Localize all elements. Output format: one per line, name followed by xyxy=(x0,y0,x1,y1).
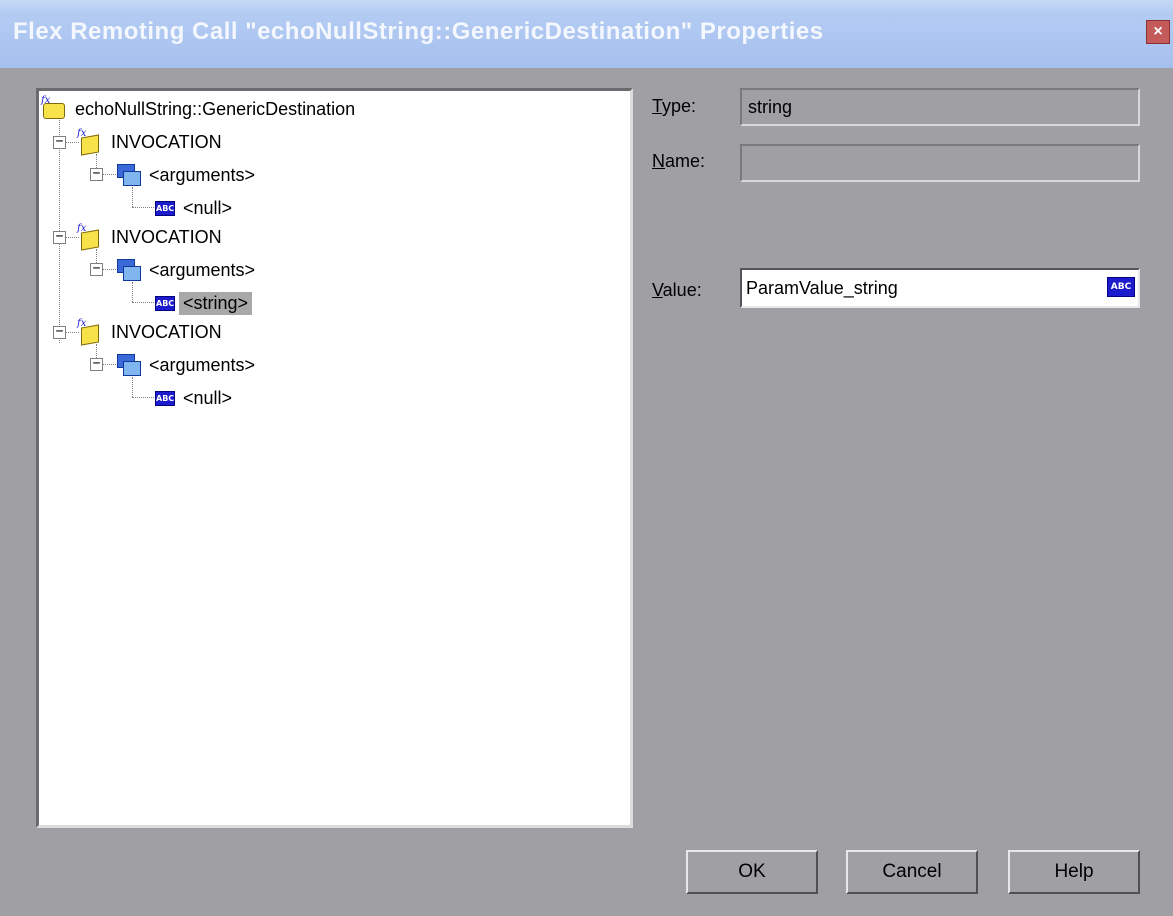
value-label: Value: xyxy=(652,280,702,301)
abc-type-icon: ABC xyxy=(155,200,175,216)
tree-root-label: echoNullString::GenericDestination xyxy=(75,98,356,119)
tree-connector xyxy=(132,377,133,397)
collapse-icon[interactable]: − xyxy=(53,135,66,149)
value-label-mnemonic: V xyxy=(652,280,663,300)
arguments-label: <arguments> xyxy=(149,164,256,185)
abc-type-icon: ABC xyxy=(155,390,175,406)
invocation-label: INVOCATION xyxy=(111,226,222,247)
tree-connector xyxy=(132,282,133,302)
help-button[interactable]: Help xyxy=(1008,850,1140,894)
tree-connector xyxy=(132,207,156,208)
tree-arguments-node[interactable]: <arguments> xyxy=(117,160,259,190)
tree-value-node-selected[interactable]: ABC <string> xyxy=(155,288,253,318)
tree-invocation-node[interactable]: fx INVOCATION xyxy=(77,317,226,347)
tree-invocation-node[interactable]: fx INVOCATION xyxy=(77,222,226,252)
name-field xyxy=(740,144,1140,182)
collapse-icon[interactable]: − xyxy=(53,325,66,339)
type-label-mnemonic: T xyxy=(652,96,663,116)
invocation-icon: fx xyxy=(77,128,103,156)
tree-connector xyxy=(132,187,133,207)
cancel-button[interactable]: Cancel xyxy=(846,850,978,894)
type-field: string xyxy=(740,88,1140,126)
value-node-label: <string> xyxy=(179,291,253,315)
abc-type-icon: ABC xyxy=(155,295,175,311)
ok-button[interactable]: OK xyxy=(686,850,818,894)
arguments-icon xyxy=(117,259,141,281)
value-node-label: <null> xyxy=(183,197,233,218)
invocation-icon: fx xyxy=(77,223,103,251)
tree-arguments-node[interactable]: <arguments> xyxy=(117,255,259,285)
arguments-label: <arguments> xyxy=(149,354,256,375)
abc-type-icon[interactable]: ABC xyxy=(1107,277,1135,297)
dialog-title: Flex Remoting Call "echoNullString::Gene… xyxy=(13,18,824,45)
name-label-mnemonic: N xyxy=(652,151,665,171)
type-label-text: ype: xyxy=(662,96,697,116)
call-tree-view[interactable]: fx echoNullString::GenericDestination − … xyxy=(36,88,633,828)
name-label: Name: xyxy=(652,151,705,172)
collapse-icon[interactable]: − xyxy=(90,167,103,181)
value-node-label: <null> xyxy=(183,387,233,408)
tree-root-node[interactable]: fx echoNullString::GenericDestination xyxy=(41,94,359,124)
flex-call-icon: fx xyxy=(41,95,67,121)
type-label: Type: xyxy=(652,96,696,117)
collapse-icon[interactable]: − xyxy=(90,262,103,276)
collapse-icon[interactable]: − xyxy=(90,357,103,371)
name-label-text: ame: xyxy=(665,151,706,171)
value-label-text: alue: xyxy=(662,280,702,300)
arguments-icon xyxy=(117,164,141,186)
invocation-label: INVOCATION xyxy=(111,321,222,342)
invocation-label: INVOCATION xyxy=(111,131,222,152)
tree-connector xyxy=(132,302,156,303)
invocation-icon: fx xyxy=(77,318,103,346)
arguments-icon xyxy=(117,354,141,376)
tree-invocation-node[interactable]: fx INVOCATION xyxy=(77,127,226,157)
tree-arguments-node[interactable]: <arguments> xyxy=(117,350,259,380)
value-input[interactable] xyxy=(746,276,1086,300)
properties-dialog: Flex Remoting Call "echoNullString::Gene… xyxy=(0,0,1173,916)
collapse-icon[interactable]: − xyxy=(53,230,66,244)
tree-value-node[interactable]: ABC <null> xyxy=(155,383,236,413)
tree-value-node[interactable]: ABC <null> xyxy=(155,193,236,223)
close-icon[interactable]: × xyxy=(1146,20,1170,44)
title-bar[interactable]: Flex Remoting Call "echoNullString::Gene… xyxy=(0,0,1173,68)
value-field[interactable]: ABC xyxy=(740,268,1140,308)
arguments-label: <arguments> xyxy=(149,259,256,280)
tree-connector xyxy=(132,397,156,398)
